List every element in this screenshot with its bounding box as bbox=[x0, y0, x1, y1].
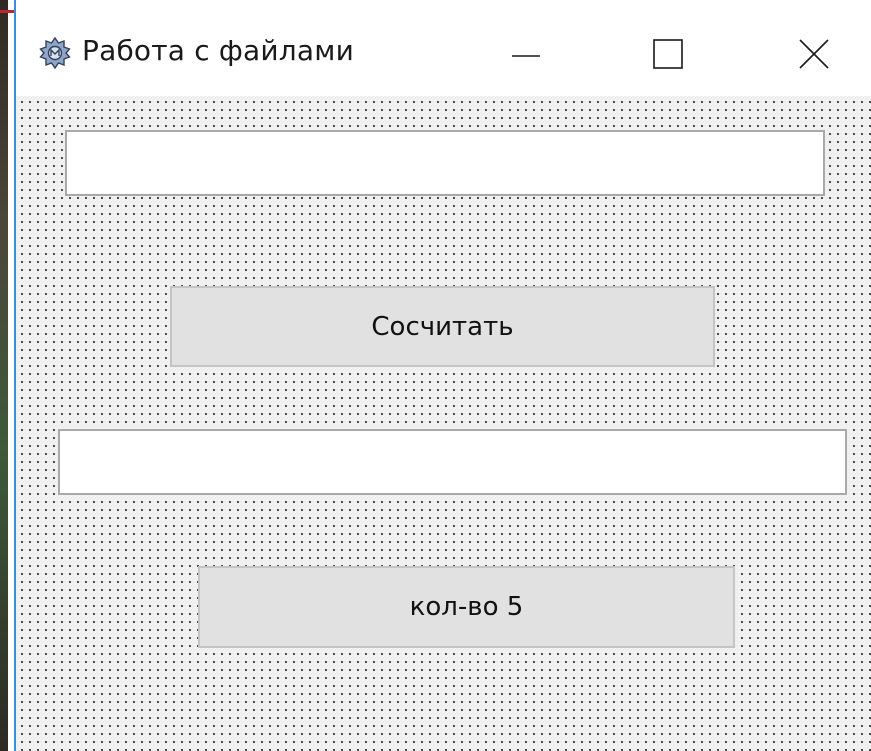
title-bar[interactable]: Работа с файлами bbox=[16, 0, 871, 96]
bottom-text-input[interactable] bbox=[58, 429, 847, 495]
minimize-icon[interactable] bbox=[503, 32, 549, 76]
close-icon[interactable] bbox=[792, 32, 838, 76]
count-button[interactable]: Сосчитать bbox=[170, 286, 715, 367]
background-window-strip bbox=[0, 0, 8, 751]
gear-app-icon bbox=[38, 36, 72, 70]
count-result-button[interactable]: кол-во 5 bbox=[198, 566, 735, 648]
form-design-surface: Сосчитать кол-во 5 bbox=[16, 96, 871, 751]
screen: Работа с файлами Сосчитать кол-во 5 bbox=[0, 0, 871, 751]
top-text-input[interactable] bbox=[65, 130, 825, 196]
window-title: Работа с файлами bbox=[82, 34, 354, 67]
maximize-icon[interactable] bbox=[645, 32, 691, 76]
form-window: Работа с файлами Сосчитать кол-во 5 bbox=[14, 0, 871, 751]
